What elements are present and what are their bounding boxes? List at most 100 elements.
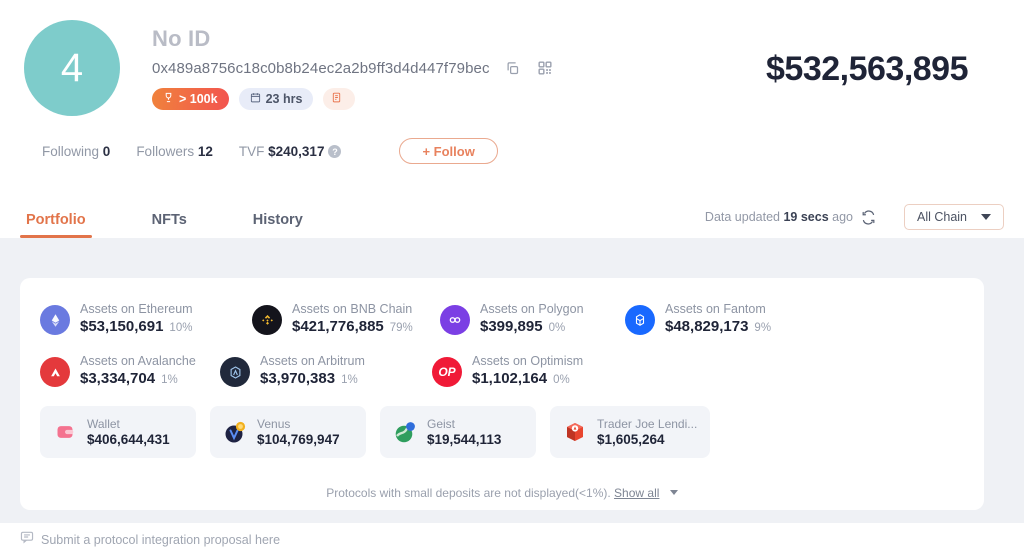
profile-page: 4 No ID 0x489a8756c18c0b8b24ec2a2b9ff3d4…	[0, 0, 1024, 559]
chain-value-row: $48,829,173 9%	[665, 317, 771, 338]
protocol-value: $1,605,264	[597, 431, 665, 447]
chain-name: Assets on BNB Chain	[292, 302, 413, 316]
tab-nfts[interactable]: NFTs	[146, 212, 193, 238]
polygon-icon	[440, 305, 470, 335]
follow-button[interactable]: + Follow	[399, 138, 498, 164]
copy-icon[interactable]	[504, 59, 522, 77]
stat-followers-label: Followers	[136, 143, 195, 159]
chain-percent: 79%	[389, 322, 413, 334]
bnb-icon	[252, 305, 282, 335]
chain-row-bnb[interactable]: Assets on BNB Chain $421,776,885 79%	[252, 294, 440, 346]
avatar-rank-label: 4	[60, 45, 84, 90]
protocol-card-trader-joe[interactable]: Trader Joe Lendi... $1,605,264	[550, 406, 710, 458]
chain-value: $48,829,173	[665, 318, 749, 335]
protocol-name: Trader Joe Lendi...	[597, 416, 698, 431]
protocol-value: $104,769,947	[257, 431, 340, 447]
chain-name: Assets on Polygon	[480, 302, 584, 316]
chain-value-row: $421,776,885 79%	[292, 317, 413, 338]
chain-row-fantom[interactable]: Assets on Fantom $48,829,173 9%	[625, 294, 811, 346]
stat-following-value: 0	[102, 143, 111, 159]
chain-name: Assets on Fantom	[665, 302, 766, 316]
chain-row-optimism[interactable]: OP Assets on Optimism $1,102,164 0%	[432, 346, 620, 398]
data-updated-value: 19 secs	[783, 210, 829, 224]
document-icon	[331, 91, 342, 107]
chain-name: Assets on Ethereum	[80, 302, 193, 316]
social-stats-row: Following 0 Followers 12 TVF $240,317? +…	[42, 138, 1000, 164]
status-badge-age-label: 23 hrs	[265, 92, 303, 106]
chain-filter-dropdown[interactable]: All Chain	[904, 204, 1004, 230]
trophy-icon	[163, 92, 174, 106]
chain-row-polygon[interactable]: Assets on Polygon $399,895 0%	[440, 294, 625, 346]
submit-proposal-row[interactable]: Submit a protocol integration proposal h…	[20, 530, 280, 549]
chain-row-avalanche[interactable]: Assets on Avalanche $3,334,704 1%	[40, 346, 220, 398]
trader-joe-icon	[562, 419, 588, 445]
stat-following[interactable]: Following 0	[42, 144, 110, 159]
geist-icon	[392, 419, 418, 445]
avalanche-icon	[40, 357, 70, 387]
chain-value-row: $3,970,383 1%	[260, 369, 365, 390]
protocol-name: Geist	[427, 416, 456, 431]
chain-percent: 0%	[553, 374, 570, 386]
toolbar-right: Data updated 19 secs ago All Chain	[705, 204, 1004, 230]
tab-history[interactable]: History	[247, 212, 309, 238]
protocol-card-geist[interactable]: Geist $19,544,113	[380, 406, 536, 458]
portfolio-card: Assets on Ethereum $53,150,691 10% Assets…	[20, 278, 984, 510]
page-title: No ID	[152, 26, 211, 51]
submit-proposal-label[interactable]: Submit a protocol integration proposal h…	[41, 533, 280, 547]
protocol-name: Wallet	[87, 416, 120, 431]
stat-followers[interactable]: Followers 12	[136, 144, 213, 159]
chain-percent: 1%	[161, 374, 178, 386]
protocol-card-list: Wallet $406,644,431 Venus $104,769,947 G…	[20, 398, 984, 458]
status-badge-rank-label: > 100k	[179, 92, 218, 106]
chain-value-row: $399,895 0%	[480, 317, 584, 338]
protocol-value: $406,644,431	[87, 431, 170, 447]
protocol-value: $19,544,113	[427, 431, 502, 447]
chevron-down-icon[interactable]	[669, 490, 678, 495]
tab-portfolio[interactable]: Portfolio	[20, 212, 92, 238]
chain-value: $1,102,164	[472, 370, 548, 387]
stat-followers-value: 12	[197, 143, 213, 159]
avatar: 4	[24, 20, 120, 116]
chain-row-arbitrum[interactable]: Assets on Arbitrum $3,970,383 1%	[220, 346, 432, 398]
show-all-link[interactable]: Show all	[614, 486, 659, 500]
chain-percent: 0%	[548, 322, 566, 334]
chain-value-row: $53,150,691 10%	[80, 317, 193, 338]
identity-block: No ID 0x489a8756c18c0b8b24ec2a2b9ff3d4d4…	[152, 16, 554, 110]
chain-name: Assets on Optimism	[472, 354, 584, 368]
stat-tvf-label: TVF	[238, 143, 265, 159]
chat-bubble-icon	[20, 530, 34, 549]
chain-row-ethereum[interactable]: Assets on Ethereum $53,150,691 10%	[40, 294, 252, 346]
stat-tvf-value: $240,317	[268, 143, 325, 159]
chain-percent: 10%	[169, 322, 193, 334]
chain-asset-list: Assets on Ethereum $53,150,691 10% Assets…	[20, 278, 984, 398]
tab-bar: Portfolio NFTs History Data updated 19 s…	[0, 196, 1024, 238]
chain-name: Assets on Arbitrum	[260, 354, 365, 368]
data-updated-suffix: ago	[832, 210, 853, 224]
question-mark-icon[interactable]: ?	[328, 145, 342, 158]
chain-value-row: $3,334,704 1%	[80, 369, 196, 390]
badge-row: > 100k 23 hrs	[152, 88, 554, 110]
small-deposits-note-text: Protocols with small deposits are not di…	[326, 486, 611, 500]
refresh-icon[interactable]	[861, 209, 876, 225]
protocol-card-venus[interactable]: Venus $104,769,947	[210, 406, 366, 458]
address-row: 0x489a8756c18c0b8b24ec2a2b9ff3d4d447f79b…	[152, 59, 554, 77]
status-badge-document[interactable]	[323, 88, 356, 110]
status-badge-age[interactable]: 23 hrs	[238, 88, 314, 110]
calendar-icon	[250, 92, 261, 106]
chain-value: $3,970,383	[260, 370, 336, 387]
chain-value: $3,334,704	[80, 370, 156, 387]
venus-icon	[222, 419, 248, 445]
wallet-address[interactable]: 0x489a8756c18c0b8b24ec2a2b9ff3d4d447f79b…	[152, 60, 490, 77]
protocol-name: Venus	[257, 416, 291, 431]
protocol-card-wallet[interactable]: Wallet $406,644,431	[40, 406, 196, 458]
chain-value: $421,776,885	[292, 318, 384, 335]
status-badge-rank[interactable]: > 100k	[152, 88, 229, 110]
total-portfolio-value: $532,563,895	[766, 50, 968, 88]
optimism-icon: OP	[432, 357, 462, 387]
qr-code-icon[interactable]	[536, 59, 554, 77]
chain-percent: 9%	[754, 322, 772, 334]
data-updated-status: Data updated 19 secs ago	[705, 210, 853, 224]
fantom-icon	[625, 305, 655, 335]
chain-name: Assets on Avalanche	[80, 354, 196, 368]
arbitrum-icon	[220, 357, 250, 387]
